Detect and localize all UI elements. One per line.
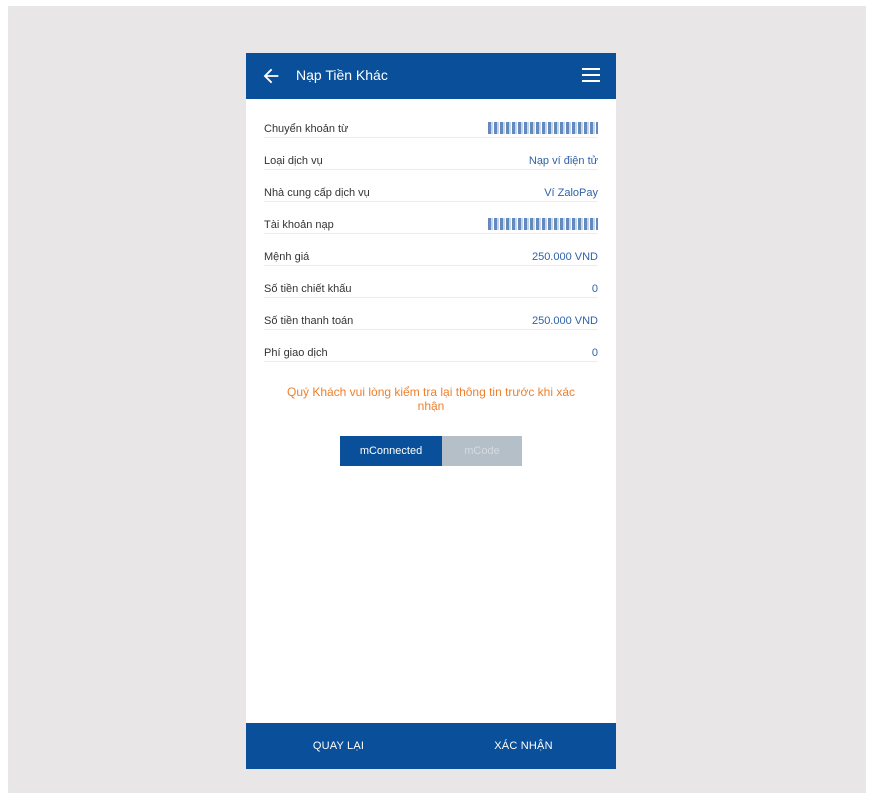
- row-source-account: Chuyển khoản từ: [264, 105, 598, 138]
- confirm-button[interactable]: XÁC NHẬN: [431, 723, 616, 769]
- row-value: 0: [591, 347, 598, 359]
- page-background: Nạp Tiền Khác Chuyển khoản từ Loại dịch …: [8, 6, 866, 793]
- row-provider: Nhà cung cấp dịch vụ Ví ZaloPay: [264, 169, 598, 202]
- row-discount: Số tiền chiết khấu 0: [264, 265, 598, 298]
- row-transaction-fee: Phí giao dịch 0: [264, 329, 598, 362]
- row-topup-account: Tài khoản nạp: [264, 201, 598, 234]
- menu-icon[interactable]: [582, 68, 600, 84]
- row-label: Nhà cung cấp dịch vụ: [264, 187, 370, 199]
- masked-account-number: [488, 122, 598, 134]
- row-label: Loại dịch vụ: [264, 155, 323, 167]
- back-button[interactable]: QUAY LẠI: [246, 723, 431, 769]
- row-label: Số tiền thanh toán: [264, 315, 354, 327]
- back-arrow-icon[interactable]: [260, 65, 282, 87]
- masked-account-number: [488, 218, 598, 230]
- row-payment-amount: Số tiền thanh toán 250.000 VND: [264, 297, 598, 330]
- row-value: 0: [591, 283, 598, 295]
- row-label: Tài khoản nạp: [264, 219, 334, 231]
- phone-screen: Nạp Tiền Khác Chuyển khoản từ Loại dịch …: [246, 53, 616, 769]
- mcode-tab[interactable]: mCode: [442, 436, 522, 466]
- row-value: Nạp ví điện tử: [528, 155, 598, 167]
- row-label: Chuyển khoản từ: [264, 123, 349, 135]
- page-title: Nạp Tiền Khác: [296, 67, 388, 83]
- row-value: Ví ZaloPay: [544, 187, 598, 199]
- mconnected-tab[interactable]: mConnected: [340, 436, 442, 466]
- row-label: Mệnh giá: [264, 251, 310, 263]
- row-denomination: Mệnh giá 250.000 VND: [264, 233, 598, 266]
- confirmation-note: Quý Khách vui lòng kiểm tra lại thông ti…: [286, 385, 576, 413]
- footer-bar: QUAY LẠI XÁC NHẬN: [246, 723, 616, 769]
- row-value: 250.000 VND: [531, 251, 598, 263]
- row-value: 250.000 VND: [531, 315, 598, 327]
- row-label: Phí giao dịch: [264, 347, 328, 359]
- auth-method-switch: mConnected mCode: [340, 436, 522, 466]
- row-label: Số tiền chiết khấu: [264, 283, 352, 295]
- app-header: Nạp Tiền Khác: [246, 53, 616, 99]
- row-service-type: Loại dịch vụ Nạp ví điện tử: [264, 137, 598, 170]
